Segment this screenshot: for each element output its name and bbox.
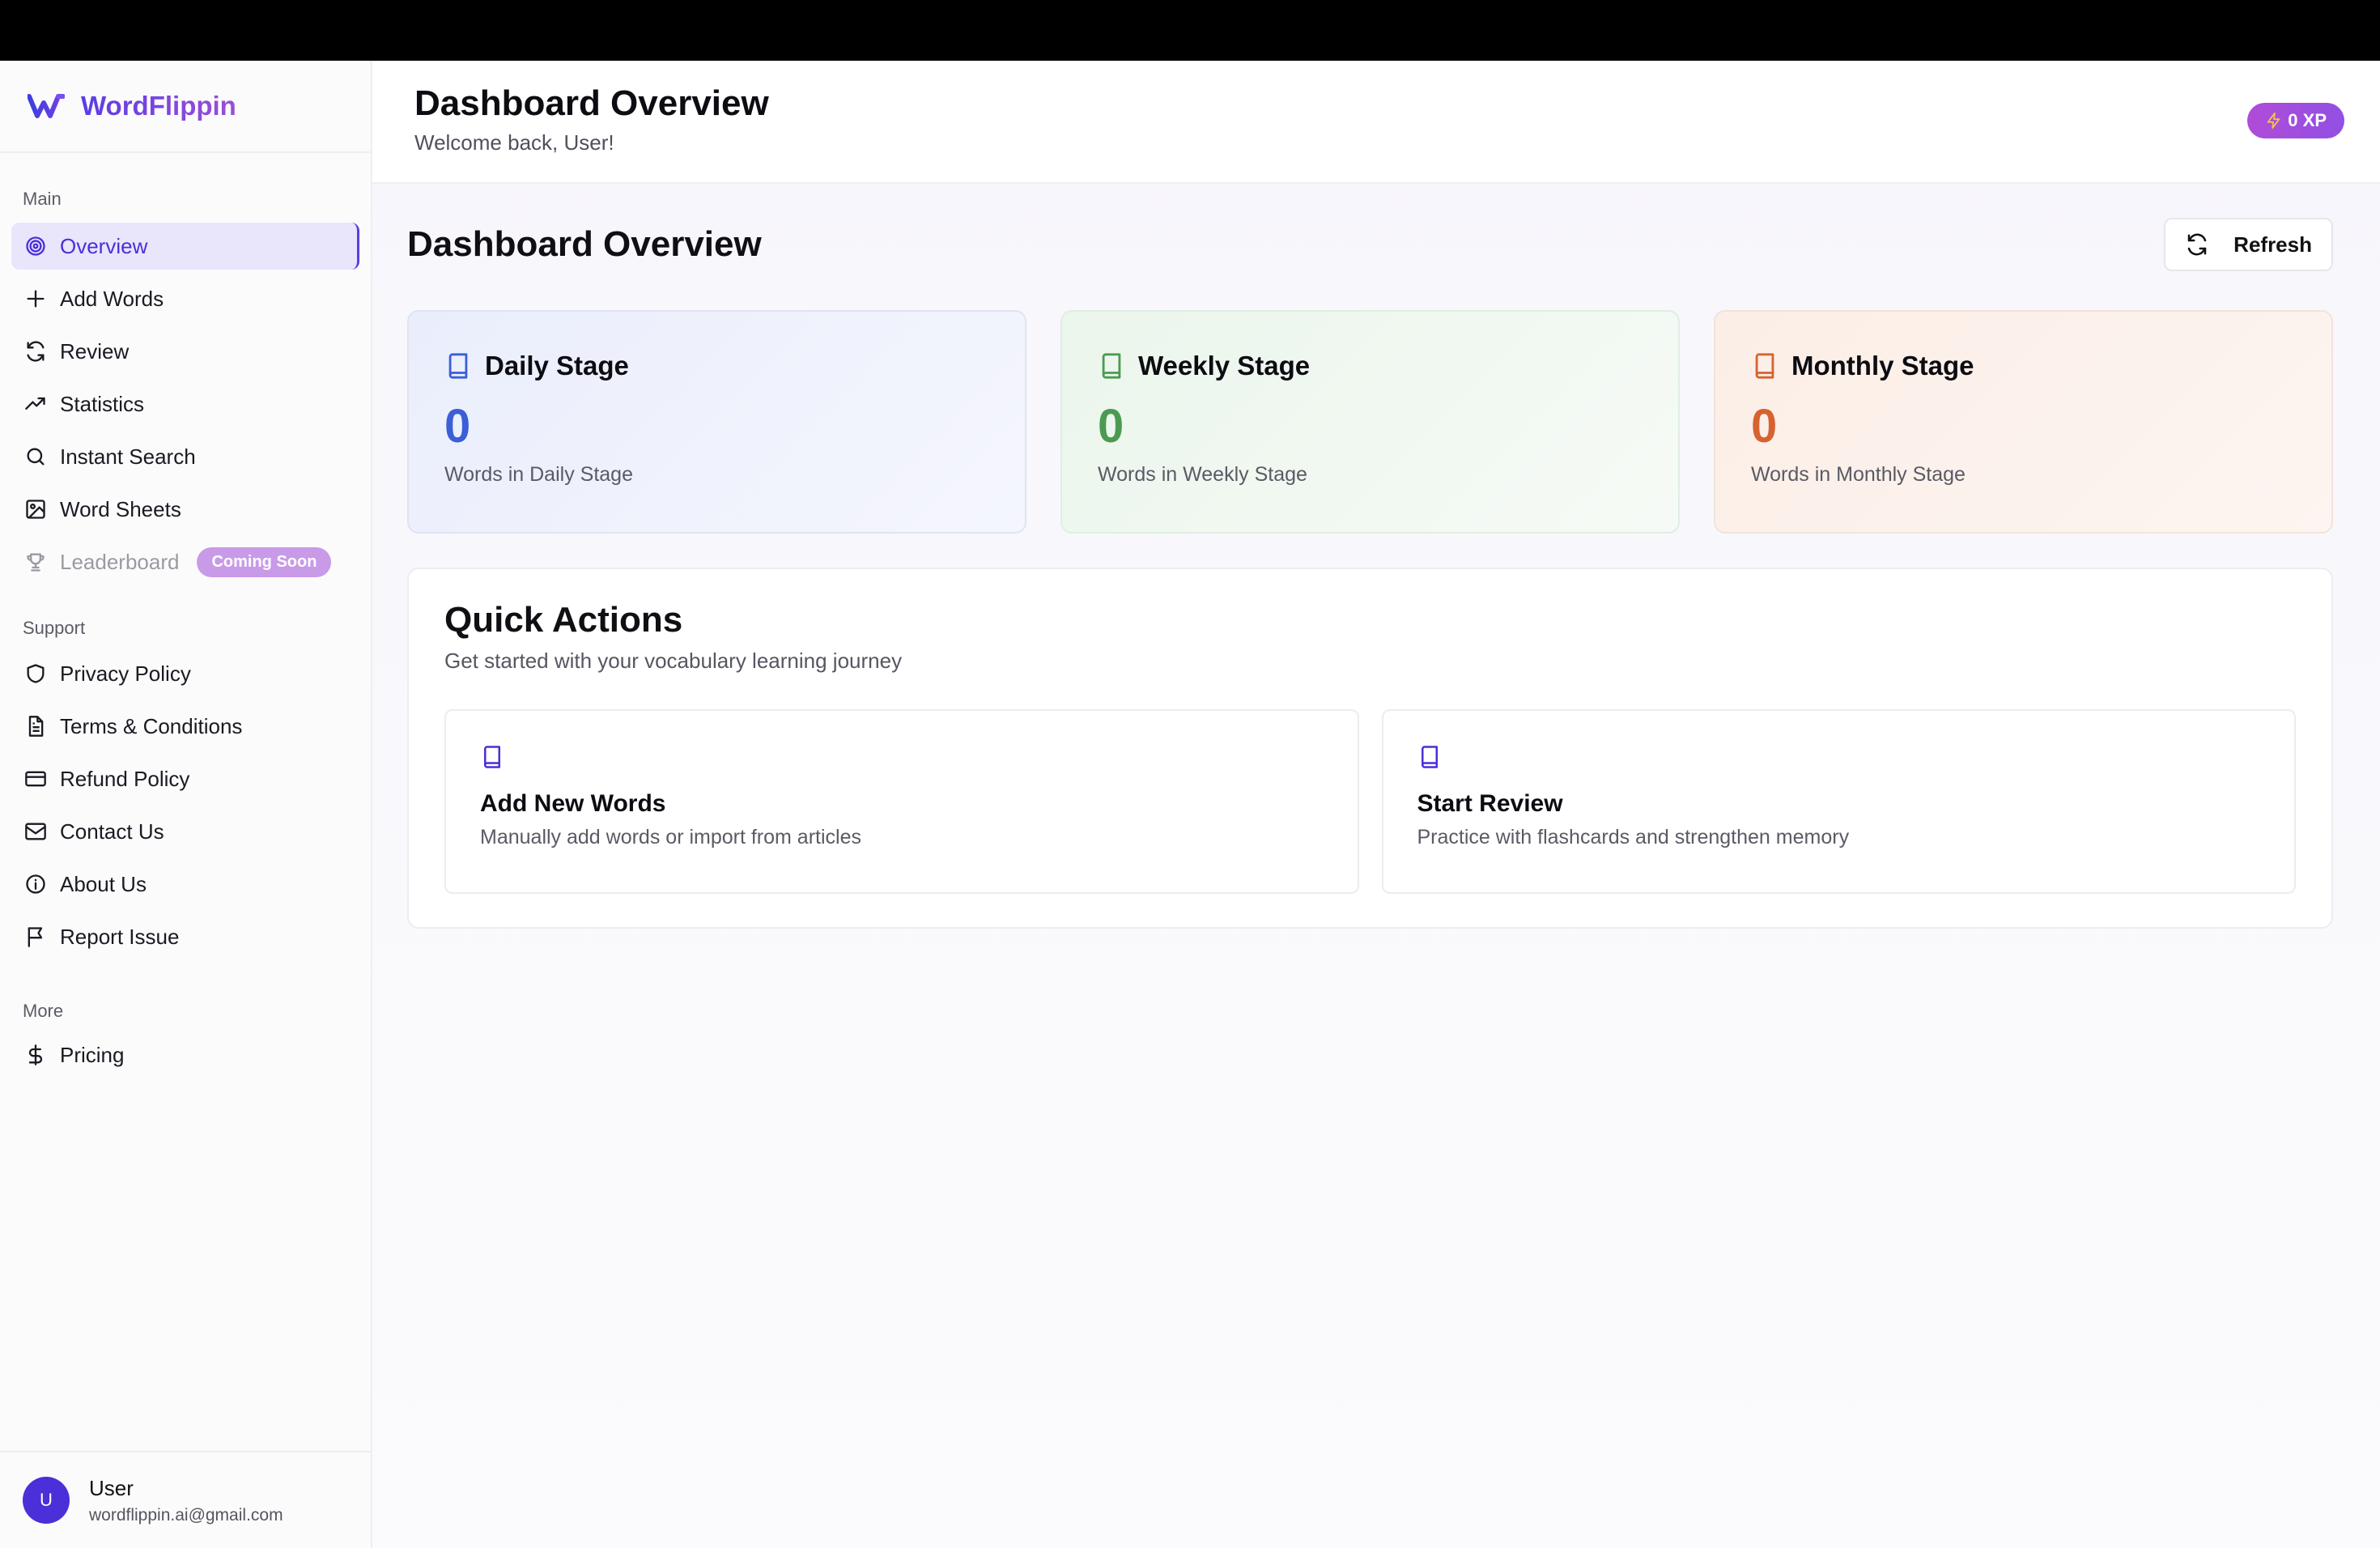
- refresh-button[interactable]: Refresh: [2164, 218, 2333, 271]
- document-icon: [24, 715, 47, 738]
- book-icon: [448, 353, 468, 379]
- sidebar-item-word-sheets[interactable]: Word Sheets: [11, 486, 359, 533]
- trophy-icon: [24, 551, 47, 573]
- header-subtitle: Welcome back, User!: [414, 130, 614, 155]
- refresh-icon: [2187, 233, 2207, 256]
- avatar: U: [23, 1477, 70, 1524]
- sidebar-item-label: Report Issue: [60, 924, 180, 949]
- sidebar-item-refund-policy[interactable]: Refund Policy: [11, 755, 359, 802]
- section-label-more: More: [23, 1001, 64, 1021]
- start-review-action[interactable]: Start Review Practice with flashcards an…: [1381, 709, 2296, 894]
- xp-value: 0 XP: [2288, 110, 2327, 130]
- sidebar: WordFlippin Main Overview Add Words Revi…: [0, 61, 372, 1548]
- sidebar-item-statistics[interactable]: Statistics: [11, 381, 359, 427]
- lightning-icon: [2267, 112, 2280, 130]
- window-top-bar: [0, 0, 2380, 61]
- sidebar-item-label: Contact Us: [60, 819, 164, 844]
- search-icon: [24, 445, 47, 468]
- daily-stage-card[interactable]: Daily Stage 0 Words in Daily Stage: [407, 310, 1026, 534]
- stage-description: Words in Weekly Stage: [1098, 463, 1307, 486]
- action-title: Add New Words: [480, 790, 666, 817]
- sidebar-item-label: Word Sheets: [60, 496, 181, 521]
- sidebar-item-review[interactable]: Review: [11, 328, 359, 375]
- refresh-label: Refresh: [2233, 232, 2312, 257]
- book-icon: [1421, 746, 1438, 768]
- stage-description: Words in Daily Stage: [444, 463, 633, 486]
- user-email: wordflippin.ai@gmail.com: [89, 1505, 283, 1525]
- sidebar-item-label: Add Words: [60, 286, 164, 311]
- page-head: Dashboard Overview Refresh: [407, 184, 2333, 305]
- stage-title: Daily Stage: [485, 351, 629, 381]
- sidebar-item-instant-search[interactable]: Instant Search: [11, 433, 359, 480]
- book-icon: [1755, 353, 1774, 379]
- sidebar-item-label: Privacy Policy: [60, 661, 191, 686]
- quick-actions-title: Quick Actions: [444, 600, 683, 640]
- book-icon: [1102, 353, 1121, 379]
- plus-icon: [24, 287, 47, 310]
- sidebar-item-label: Statistics: [60, 391, 145, 416]
- shield-icon: [24, 662, 47, 685]
- stage-count: 0: [444, 400, 471, 453]
- user-profile[interactable]: U User wordflippin.ai@gmail.com: [0, 1451, 371, 1548]
- sidebar-item-label: Refund Policy: [60, 766, 190, 791]
- section-label-main: Main: [23, 189, 62, 209]
- quick-actions-panel: Quick Actions Get started with your voca…: [407, 568, 2333, 929]
- dashboard-content: Dashboard Overview Refresh Daily Stage 0…: [372, 184, 2380, 929]
- trending-up-icon: [24, 393, 47, 415]
- sidebar-item-overview[interactable]: Overview: [11, 223, 359, 270]
- xp-badge[interactable]: 0 XP: [2247, 103, 2344, 138]
- sidebar-item-about-us[interactable]: About Us: [11, 861, 359, 908]
- page-header: Dashboard Overview Welcome back, User! 0…: [372, 61, 2380, 184]
- sidebar-item-label: Overview: [60, 233, 148, 258]
- monthly-stage-card[interactable]: Monthly Stage 0 Words in Monthly Stage: [1714, 310, 2333, 534]
- action-description: Practice with flashcards and strengthen …: [1417, 826, 1850, 848]
- sidebar-item-label: Pricing: [60, 1042, 125, 1067]
- brand-name: WordFlippin: [81, 91, 236, 121]
- refresh-icon: [24, 340, 47, 363]
- stage-title: Weekly Stage: [1138, 351, 1311, 381]
- add-new-words-action[interactable]: Add New Words Manually add words or impo…: [444, 709, 1359, 894]
- info-icon: [24, 873, 47, 895]
- action-description: Manually add words or import from articl…: [480, 826, 861, 848]
- sidebar-item-report-issue[interactable]: Report Issue: [11, 913, 359, 960]
- wordflippin-logo-icon: [28, 94, 65, 118]
- sidebar-item-label: Instant Search: [60, 444, 196, 469]
- sidebar-item-pricing[interactable]: Pricing: [11, 1031, 359, 1078]
- coming-soon-badge: Coming Soon: [197, 546, 332, 577]
- stage-cards: Daily Stage 0 Words in Daily Stage Weekl…: [407, 310, 2333, 534]
- sidebar-item-label: Leaderboard: [60, 549, 180, 574]
- main-area: Dashboard Overview Welcome back, User! 0…: [372, 61, 2380, 1548]
- app-shell: WordFlippin Main Overview Add Words Revi…: [0, 61, 2380, 1548]
- flag-icon: [24, 925, 47, 948]
- sidebar-item-label: Review: [60, 338, 130, 364]
- sidebar-item-privacy-policy[interactable]: Privacy Policy: [11, 650, 359, 697]
- stage-count: 0: [1098, 400, 1124, 453]
- sidebar-item-contact-us[interactable]: Contact Us: [11, 808, 359, 855]
- stage-count: 0: [1751, 400, 1778, 453]
- dollar-icon: [24, 1044, 47, 1066]
- sidebar-item-terms[interactable]: Terms & Conditions: [11, 703, 359, 750]
- sidebar-item-label: About Us: [60, 871, 147, 896]
- stage-title: Monthly Stage: [1791, 351, 1974, 381]
- mail-icon: [24, 820, 47, 843]
- sidebar-item-label: Terms & Conditions: [60, 713, 243, 738]
- stage-description: Words in Monthly Stage: [1751, 463, 1966, 486]
- sidebar-item-add-words[interactable]: Add Words: [11, 275, 359, 322]
- image-icon: [24, 498, 47, 521]
- sidebar-item-leaderboard: Leaderboard Coming Soon: [11, 538, 359, 585]
- quick-actions-list: Add New Words Manually add words or impo…: [444, 709, 2296, 894]
- quick-actions-subtitle: Get started with your vocabulary learnin…: [444, 649, 903, 673]
- section-label-support: Support: [23, 618, 86, 638]
- credit-card-icon: [24, 768, 47, 790]
- target-icon: [24, 235, 47, 257]
- user-name: User: [89, 1475, 134, 1500]
- weekly-stage-card[interactable]: Weekly Stage 0 Words in Weekly Stage: [1060, 310, 1680, 534]
- action-title: Start Review: [1417, 790, 1563, 817]
- book-icon: [484, 746, 500, 768]
- header-title: Dashboard Overview: [414, 83, 769, 123]
- page-title: Dashboard Overview: [407, 224, 762, 264]
- brand[interactable]: WordFlippin: [0, 61, 371, 153]
